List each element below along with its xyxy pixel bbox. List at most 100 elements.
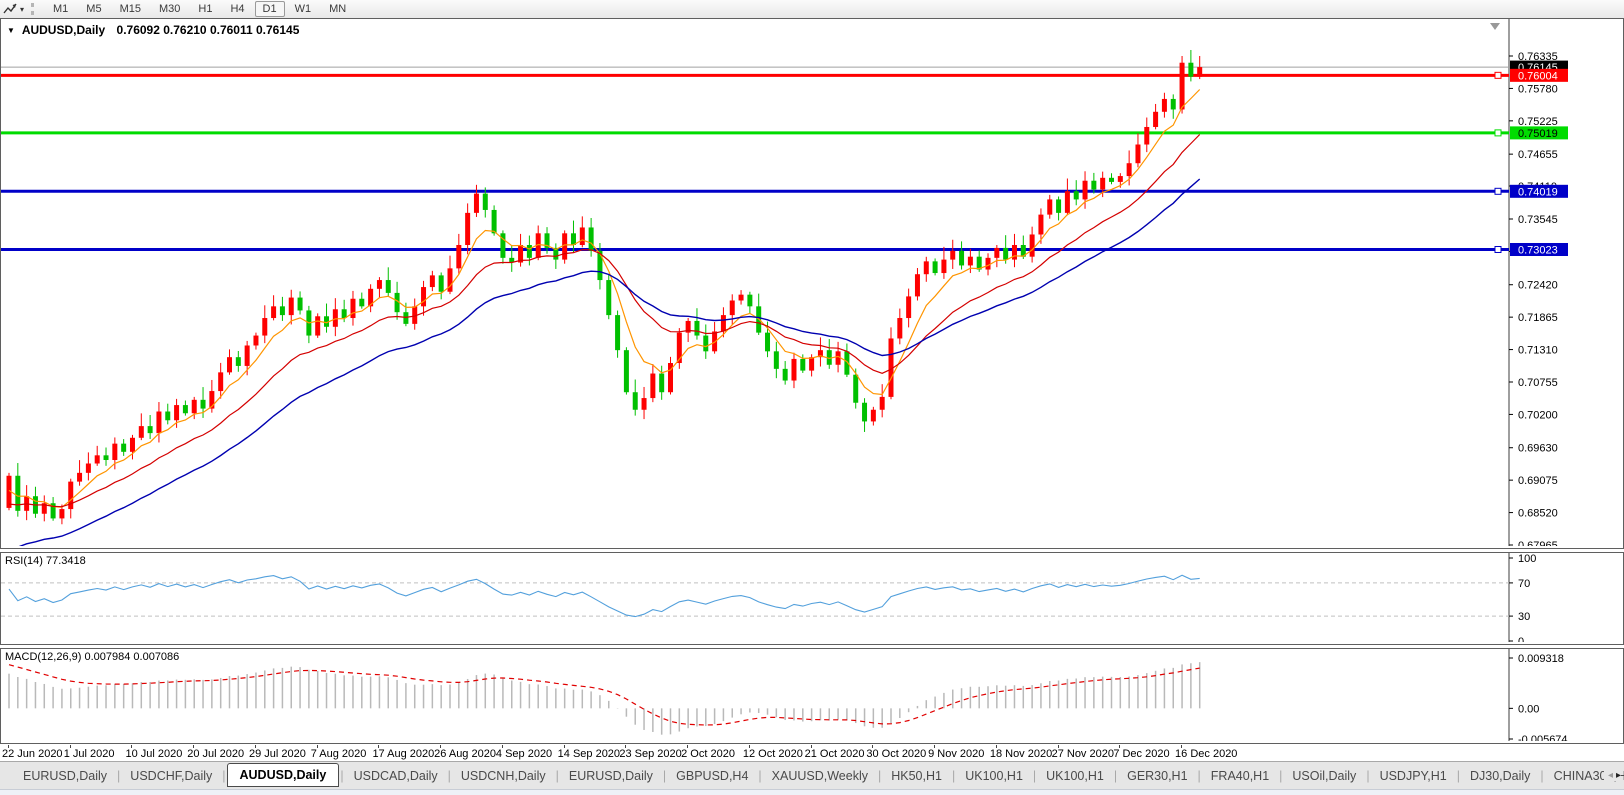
status-bar (0, 789, 1624, 795)
price-axis-label: 0.69630 (1518, 443, 1558, 455)
main-chart-panel: ▼ AUDUSD,Daily 0.76092 0.76210 0.76011 0… (0, 18, 1624, 549)
timeframe-button-mn[interactable]: MN (321, 1, 354, 17)
line-handle (1494, 187, 1502, 195)
price-axis-label: 0.69075 (1518, 475, 1558, 487)
timeframe-button-m15[interactable]: M15 (112, 1, 149, 17)
date-axis-label: 7 Dec 2020 (1113, 748, 1170, 760)
chart-tab-usdcad-daily[interactable]: USDCAD,Daily (345, 766, 447, 786)
price-axis-label: 0.74655 (1518, 149, 1558, 161)
tab-separator: | (447, 768, 451, 783)
macd-axis-label: -0.005674 (1518, 734, 1568, 741)
tab-scroll-left-icon[interactable]: ◂ (1608, 770, 1613, 781)
date-axis-label: 4 Sep 2020 (495, 748, 553, 760)
ma-fast-orange (8, 89, 1201, 508)
support-line-green[interactable] (1, 129, 1509, 137)
macd-axis-label: 0.00 (1518, 703, 1539, 715)
price-axis-label: 0.71865 (1518, 312, 1558, 324)
tab-scroll-right-icon[interactable]: ▸ (1616, 770, 1621, 781)
macd-canvas[interactable]: 0.009318 0.00 -0.005674 (1, 649, 1621, 741)
price-chart-canvas[interactable]: 0.763350.757800.752250.746550.741100.735… (1, 19, 1621, 546)
date-axis-label: 17 Aug 2020 (372, 748, 435, 760)
chart-tab-usoil-daily[interactable]: USOil,Daily (1283, 766, 1365, 786)
timeframe-button-d1[interactable]: D1 (254, 1, 285, 17)
svg-text:0.76004: 0.76004 (1518, 70, 1558, 82)
chart-tab-ger30-h1[interactable]: GER30,H1 (1118, 766, 1196, 786)
price-axis-label: 0.68520 (1518, 508, 1558, 520)
dropdown-arrow-icon[interactable]: ▾ (20, 5, 24, 14)
candles-layer (6, 49, 1203, 525)
collapse-icon[interactable]: ▼ (7, 26, 15, 35)
tab-scroll-arrows: ◂ ▸ (1603, 770, 1621, 781)
chart-tab-audusd-daily[interactable]: AUDUSD,Daily (226, 762, 340, 787)
date-axis-label: 12 Oct 2020 (742, 748, 803, 760)
line-handle (1494, 129, 1502, 137)
tab-separator: | (758, 768, 762, 783)
chart-tab-uk100-h1[interactable]: UK100,H1 (1037, 766, 1113, 786)
chart-tab-hk50-h1[interactable]: HK50,H1 (882, 766, 951, 786)
chart-tab-usdcnh-daily[interactable]: USDCNH,Daily (452, 766, 555, 786)
tab-separator: | (555, 768, 559, 783)
chart-tab-eurusd-daily[interactable]: EURUSD,Daily (560, 766, 662, 786)
date-axis-label: 18 Nov 2020 (989, 748, 1053, 760)
price-axis-label: 0.72420 (1518, 280, 1558, 292)
tab-separator: | (951, 768, 956, 783)
price-axis-label: 0.75780 (1518, 83, 1558, 95)
tab-separator: | (117, 768, 121, 783)
date-axis-label: 30 Oct 2020 (866, 748, 927, 760)
chart-tab-eurusd-daily[interactable]: EURUSD,Daily (14, 766, 116, 786)
tab-separator: | (222, 768, 226, 783)
timeframe-button-m5[interactable]: M5 (78, 1, 109, 17)
rsi-label: RSI(14) 77.3418 (5, 555, 86, 567)
date-axis-label: 9 Nov 2020 (928, 748, 985, 760)
price-axis-label: 0.70755 (1518, 377, 1558, 389)
timeframe-button-h4[interactable]: H4 (222, 1, 252, 17)
trading-app-window: ▾ M1 M5 M15 M30 H1 H4 D1 W1 MN ▼ AUDUSD,Daily 0.… (0, 0, 1624, 795)
resistance-line-red-badge: 0.76004 (1510, 68, 1568, 82)
macd-histogram (8, 662, 1201, 735)
support-line-blue-1-badge: 0.74019 (1510, 184, 1568, 198)
svg-text:0.74019: 0.74019 (1518, 186, 1558, 198)
tab-separator: | (1279, 768, 1283, 783)
date-axis-label: 7 Aug 2020 (310, 748, 367, 760)
chart-tab-usdjpy-h1[interactable]: USDJPY,H1 (1371, 766, 1456, 786)
chart-tab-bar: EURUSD,Daily | USDCHF,Daily | AUDUSD,Daily | U… (0, 761, 1624, 789)
chart-tab-xauusd-weekly[interactable]: XAUUSD,Weekly (763, 766, 877, 786)
support-line-green-badge: 0.75019 (1510, 126, 1568, 140)
toolbar-grip[interactable] (31, 3, 37, 15)
line-handle (1494, 71, 1502, 79)
ma-slow-blue (18, 178, 1201, 546)
macd-panel: MACD(12,26,9) 0.007984 0.007086 0.009318… (0, 648, 1624, 744)
date-axis-label: 22 Jun 2020 (2, 748, 63, 760)
date-axis-label: 1 Jul 2020 (63, 748, 115, 760)
support-line-blue-2[interactable] (1, 245, 1509, 253)
resistance-line-red[interactable] (1, 71, 1509, 79)
timeframe-buttons: M1 M5 M15 M30 H1 H4 D1 W1 MN (44, 1, 355, 17)
timeframe-button-m30[interactable]: M30 (151, 1, 188, 17)
rsi-axis-label: 100 (1518, 553, 1536, 565)
timeframe-button-m1[interactable]: M1 (45, 1, 76, 17)
price-axis-label: 0.67965 (1518, 540, 1558, 546)
timeframe-button-w1[interactable]: W1 (287, 1, 320, 17)
rsi-axis-label: 30 (1518, 611, 1530, 623)
chart-tab-gbpusd-h4[interactable]: GBPUSD,H4 (667, 766, 757, 786)
chart-tab-dj30-daily[interactable]: DJ30,Daily (1461, 766, 1539, 786)
chart-tab-usdchf-daily[interactable]: USDCHF,Daily (121, 766, 221, 786)
rsi-canvas[interactable]: 100 70 30 0 (1, 553, 1621, 642)
rsi-axis-label: 0 (1518, 636, 1524, 642)
macd-axis-label: 0.009318 (1518, 653, 1564, 665)
tab-separator: | (1456, 768, 1460, 783)
tab-separator: | (1540, 768, 1544, 783)
price-axis-label: 0.70200 (1518, 409, 1558, 421)
macd-signal-line (8, 664, 1200, 726)
timeframe-toolbar: ▾ M1 M5 M15 M30 H1 H4 D1 W1 MN (0, 0, 1624, 19)
price-axis-label: 0.75225 (1518, 116, 1558, 128)
line-tools-icon[interactable] (3, 2, 19, 16)
chart-tab-uk100-h1[interactable]: UK100,H1 (956, 766, 1032, 786)
price-axis-label: 0.71310 (1518, 345, 1558, 357)
tab-separator: | (662, 768, 667, 783)
tab-separator: | (1032, 768, 1037, 783)
date-axis-label: 10 Jul 2020 (125, 748, 183, 760)
chart-tab-fra40-h1[interactable]: FRA40,H1 (1202, 766, 1278, 786)
support-line-blue-1[interactable] (1, 187, 1509, 195)
timeframe-button-h1[interactable]: H1 (190, 1, 220, 17)
